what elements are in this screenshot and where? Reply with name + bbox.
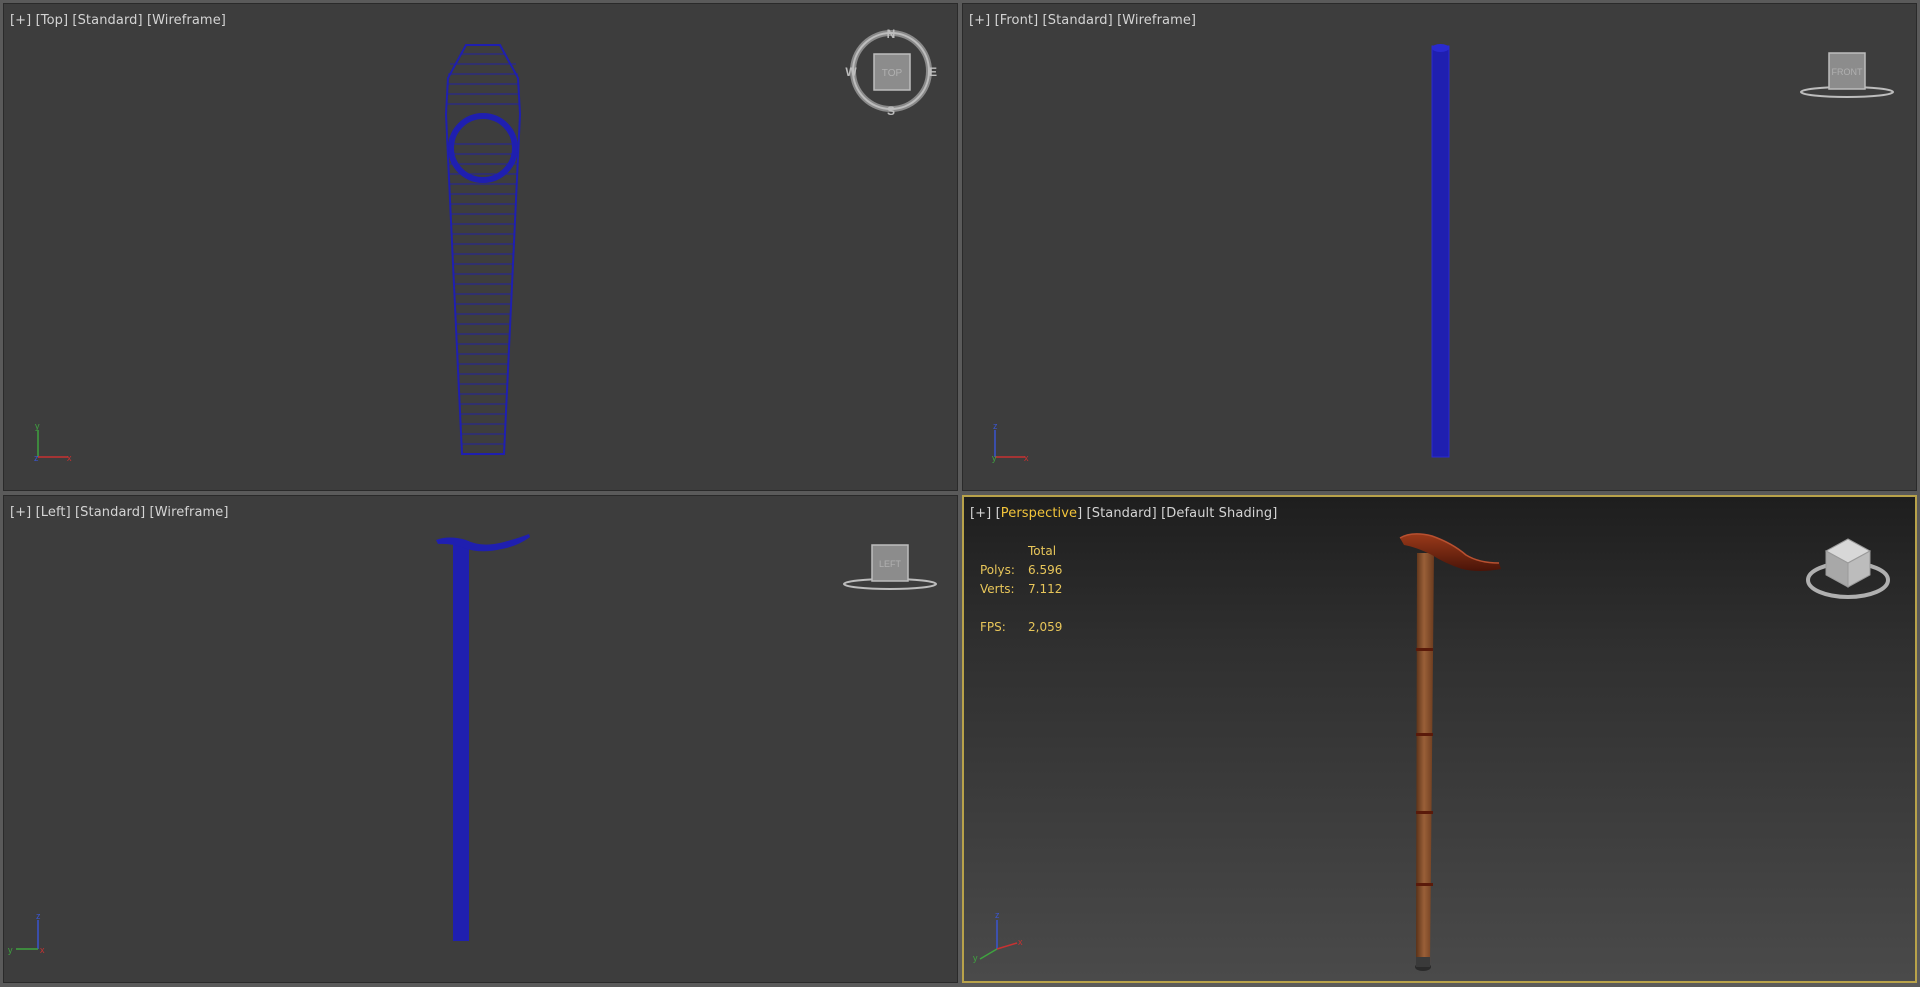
svg-text:y: y — [992, 453, 997, 463]
compass-south-label: S — [887, 104, 895, 118]
top-view-canvas: TOP N S E W y z x — [34, 27, 937, 463]
cane-model[interactable] — [1399, 533, 1501, 971]
viewport-left[interactable]: [+] [Left] [Standard] [Wireframe] LEFT z… — [3, 495, 958, 983]
svg-text:y: y — [35, 421, 40, 431]
viewcube[interactable] — [1806, 538, 1890, 599]
viewcube-face-label: FRONT — [1832, 67, 1863, 77]
compass-north-label: N — [887, 27, 896, 41]
viewcube[interactable]: LEFT — [843, 544, 937, 590]
compass-west-label: W — [845, 65, 857, 79]
svg-text:y: y — [8, 945, 13, 955]
viewport-perspective[interactable]: [+] [Perspective] [Standard] [Default Sh… — [962, 495, 1917, 983]
left-view-canvas: LEFT z y x — [8, 534, 937, 955]
svg-text:x: x — [1024, 453, 1029, 463]
svg-text:z: z — [995, 910, 1000, 920]
axis-tripod-icon: y z x — [34, 421, 72, 463]
svg-text:x: x — [67, 453, 72, 463]
front-view-canvas: FRONT z y x — [992, 44, 1894, 463]
viewcube-face-label: LEFT — [879, 559, 902, 569]
axis-tripod-icon: z y x — [992, 421, 1029, 463]
svg-text:y: y — [973, 953, 978, 963]
svg-text:z: z — [34, 453, 39, 463]
compass-east-label: E — [929, 65, 937, 79]
svg-text:z: z — [36, 911, 41, 921]
viewport-top[interactable]: [+] [Top] [Standard] [Wireframe] TOP N S… — [3, 3, 958, 491]
svg-text:z: z — [993, 421, 998, 431]
viewcube-face-label: TOP — [882, 68, 903, 79]
perspective-view-canvas: z y x — [973, 533, 1890, 971]
cane-wireframe-top[interactable] — [444, 44, 522, 455]
axis-tripod-icon: z y x — [973, 910, 1023, 963]
svg-text:x: x — [1018, 937, 1023, 947]
cane-wireframe-front[interactable] — [1431, 44, 1450, 458]
svg-text:x: x — [40, 945, 45, 955]
viewcube[interactable]: FRONT — [1800, 52, 1894, 98]
viewcube-compass[interactable]: TOP N S E W — [845, 27, 937, 118]
axis-tripod-icon: z y x — [8, 911, 45, 955]
cane-wireframe-left[interactable] — [436, 534, 530, 941]
viewport-front[interactable]: [+] [Front] [Standard] [Wireframe] FRONT… — [962, 3, 1917, 491]
